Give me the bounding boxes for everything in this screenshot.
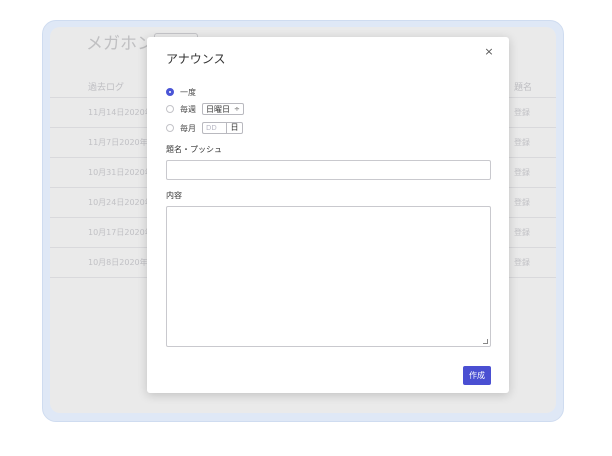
create-button[interactable]: 作成 (463, 366, 491, 385)
option-once[interactable]: 一度 (166, 86, 196, 98)
resize-handle-icon[interactable] (483, 339, 488, 344)
radio-monthly[interactable] (166, 124, 174, 132)
option-weekly[interactable]: 毎週 日曜日 ÷ (166, 103, 244, 115)
month-day-input[interactable]: DD (202, 122, 226, 134)
content-field-label: 内容 (166, 191, 182, 200)
weekday-select-value: 日曜日 (206, 104, 230, 114)
select-arrows-icon: ÷ (234, 105, 240, 113)
radio-weekly[interactable] (166, 105, 174, 113)
weekday-select[interactable]: 日曜日 ÷ (202, 103, 244, 115)
announcement-modal: アナウンス × 一度 毎週 日曜日 ÷ 毎月 DD 日 題名・プッシュ 内容 作… (147, 37, 509, 393)
content-textarea[interactable] (166, 206, 491, 347)
option-once-label: 一度 (180, 87, 196, 97)
option-monthly[interactable]: 毎月 DD 日 (166, 122, 243, 134)
radio-once[interactable] (166, 88, 174, 96)
close-icon[interactable]: × (483, 46, 495, 58)
modal-title: アナウンス (166, 52, 226, 66)
month-day-group: DD 日 (202, 122, 243, 134)
title-field-label: 題名・プッシュ (166, 145, 222, 154)
option-weekly-label: 毎週 (180, 104, 196, 114)
title-input[interactable] (166, 160, 491, 180)
option-monthly-label: 毎月 (180, 123, 196, 133)
month-day-suffix: 日 (226, 122, 243, 134)
